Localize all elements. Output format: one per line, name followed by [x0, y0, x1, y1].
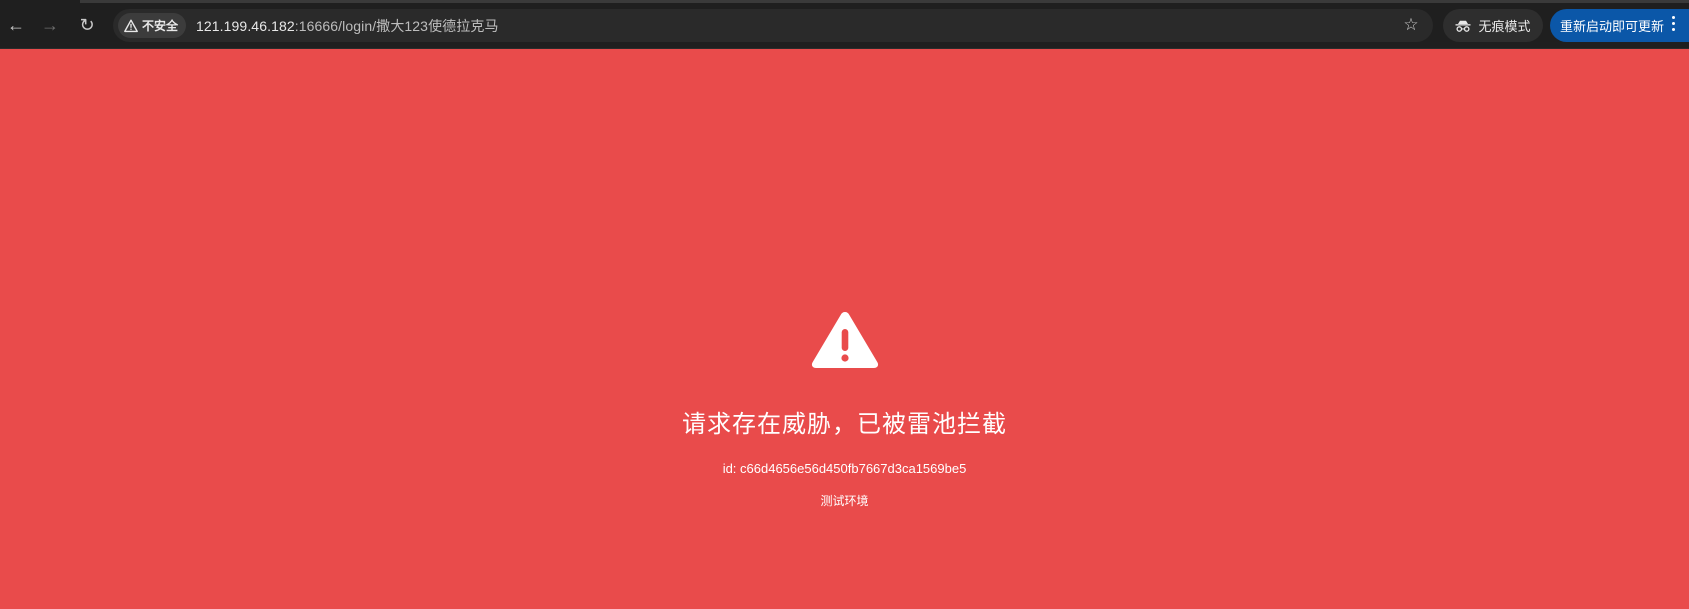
block-page: 请求存在威胁，已被雷池拦截 id: c66d4656e56d450fb7667d…	[0, 49, 1689, 609]
url-host: 121.199.46.182	[196, 17, 295, 34]
browser-toolbar: ← → ↻ 不安全 121.199.46.182:16666/login/撒大1…	[0, 0, 1689, 49]
reload-icon: ↻	[79, 15, 95, 35]
block-headline: 请求存在威胁，已被雷池拦截	[682, 411, 1007, 438]
reload-button[interactable]: ↻	[74, 12, 100, 38]
back-button[interactable]: ←	[3, 12, 29, 38]
url-path: :16666/login/撒大123使德拉克马	[294, 17, 499, 34]
incognito-icon	[1455, 20, 1471, 32]
active-tab[interactable]	[0, 0, 80, 3]
warning-triangle-icon	[811, 312, 879, 368]
tab-strip	[0, 0, 1689, 3]
environment-label: 测试环境	[820, 494, 869, 508]
update-label: 重新启动即可更新	[1560, 19, 1665, 34]
url-text[interactable]: 121.199.46.182:16666/login/撒大123使德拉克马	[196, 16, 499, 36]
bookmark-button[interactable]: ☆	[1401, 15, 1421, 35]
back-arrow-icon: ←	[7, 15, 25, 35]
forward-arrow-icon: →	[41, 15, 59, 35]
update-button[interactable]: 重新启动即可更新	[1550, 9, 1689, 42]
incognito-label: 无痕模式	[1478, 19, 1531, 34]
forward-button[interactable]: →	[37, 12, 63, 38]
incognito-indicator[interactable]: 无痕模式	[1443, 9, 1543, 42]
security-indicator[interactable]: 不安全	[118, 13, 187, 38]
security-label: 不安全	[142, 19, 179, 33]
warning-triangle-icon	[124, 19, 138, 32]
address-bar[interactable]: 不安全 121.199.46.182:16666/login/撒大123使德拉克…	[113, 9, 1433, 42]
request-id: id: c66d4656e56d450fb7667d3ca1569be5	[722, 461, 967, 476]
star-icon: ☆	[1403, 15, 1419, 34]
kebab-menu-icon[interactable]	[1672, 16, 1676, 34]
